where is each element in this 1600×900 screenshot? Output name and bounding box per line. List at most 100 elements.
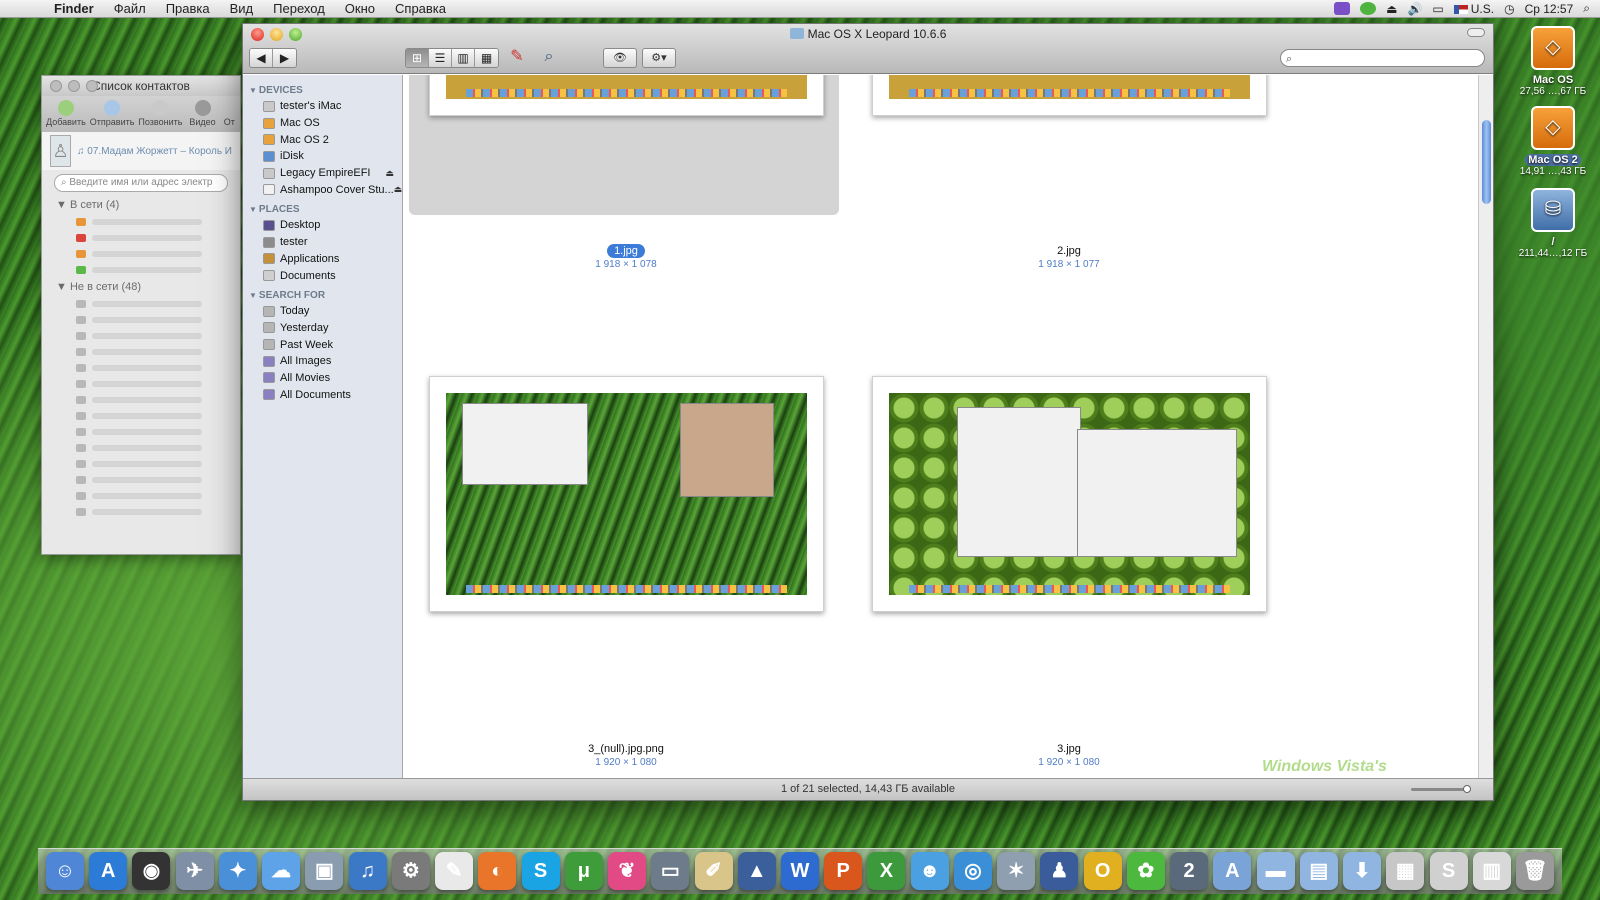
messenger-icon[interactable]: ☻	[910, 852, 949, 890]
input-source-menu[interactable]: U.S.	[1453, 2, 1494, 16]
sidebar-section-header[interactable]: ▼ DEVICES	[243, 83, 402, 98]
trash-icon[interactable]: 🗑	[1515, 852, 1554, 890]
contacts-close-button[interactable]	[50, 80, 62, 92]
sidebar-item[interactable]: All Documents	[243, 386, 402, 403]
powerpoint-icon[interactable]: P	[824, 852, 863, 890]
sidebar-item[interactable]: All Images	[243, 353, 402, 370]
desktop-icon-disk[interactable]: ◇ Mac OS 2 14,91 …,43 ГБ	[1513, 106, 1593, 177]
icon-size-slider[interactable]	[1411, 785, 1471, 793]
sidebar-item[interactable]: Ashampoo Cover Stu... ⏏	[243, 181, 402, 198]
send-button[interactable]: Отправить	[90, 98, 134, 130]
documents-stack-icon[interactable]: ▤	[1299, 852, 1338, 890]
preview-icon[interactable]: ▭	[651, 852, 690, 890]
sidebar-item[interactable]: iDisk	[243, 148, 402, 165]
add-contact-button[interactable]: Добавить	[46, 98, 86, 130]
file-thumbnail-1[interactable]	[429, 75, 824, 116]
call-button[interactable]: Позвонить	[138, 98, 182, 130]
file-thumbnail-2[interactable]	[872, 75, 1267, 116]
list-item[interactable]	[76, 392, 240, 408]
sidebar-item[interactable]: Desktop	[243, 217, 402, 234]
back-button[interactable]: ◀	[250, 49, 273, 67]
menu-view[interactable]: Вид	[220, 0, 264, 18]
sidebar-item[interactable]: Mac OS	[243, 115, 402, 132]
stack-screenshot-icon[interactable]: ▦	[1386, 852, 1425, 890]
scrollbar-thumb[interactable]	[1482, 120, 1491, 204]
list-item[interactable]	[76, 262, 240, 278]
slider-thumb[interactable]	[1463, 785, 1471, 793]
menu-help[interactable]: Справка	[385, 0, 456, 18]
eject-menu-icon[interactable]: ⏏	[1386, 2, 1397, 16]
eject-icon[interactable]: ⏏	[394, 184, 402, 195]
finder-toolbar[interactable]: Mac OS X Leopard 10.6.6 ◀ ▶ ⊞ ☰ ▥ ▦ ✎ ⌕ …	[243, 24, 1493, 74]
agent-icon[interactable]: ♟	[1040, 852, 1079, 890]
list-item[interactable]	[76, 312, 240, 328]
sidebar-section-header[interactable]: ▼ PLACES	[243, 202, 402, 217]
menu-finder[interactable]: Finder	[44, 0, 104, 18]
list-item[interactable]	[76, 246, 240, 262]
more-button[interactable]: От	[223, 98, 236, 130]
finder-search-input[interactable]: ⌕	[1280, 49, 1485, 67]
sidebar-item[interactable]: Legacy EmpireEFI ⏏	[243, 165, 402, 182]
utorrent-icon[interactable]: μ	[564, 852, 603, 890]
sidebar-item[interactable]: All Movies	[243, 370, 402, 387]
toolbar-toggle-button[interactable]	[1467, 28, 1485, 37]
action-menu-button[interactable]: ⚙▾	[642, 48, 676, 68]
list-item[interactable]	[76, 472, 240, 488]
my-status[interactable]: ♙ ♫ 07.Мадам Жоржетт – Король И	[42, 132, 240, 170]
system-preferences-icon[interactable]: ⚙	[391, 852, 430, 890]
desktop-icon-disk[interactable]: ◇ Mac OS 27,56 …,67 ГБ	[1513, 26, 1593, 97]
menu-clock[interactable]: Ср 12:57	[1525, 2, 1574, 16]
list-item[interactable]	[76, 456, 240, 472]
contacts-zoom-button[interactable]	[86, 80, 98, 92]
opera-icon[interactable]: O	[1083, 852, 1122, 890]
group-offline[interactable]: ▼ Не в сети (48)	[42, 278, 240, 296]
sidebar-item[interactable]: tester	[243, 234, 402, 251]
network-utility-icon[interactable]: ✶	[997, 852, 1036, 890]
mail-icon[interactable]: ✈	[175, 852, 214, 890]
list-item[interactable]	[76, 440, 240, 456]
group-online[interactable]: ▼ В сети (4)	[42, 196, 240, 214]
menu-extra-app-icon[interactable]	[1334, 2, 1351, 15]
list-item[interactable]	[76, 408, 240, 424]
keynote-icon[interactable]: ▲	[737, 852, 776, 890]
safari-icon[interactable]: ✦	[218, 852, 257, 890]
column-view-button[interactable]: ▥	[452, 49, 475, 67]
menu-file[interactable]: Файл	[104, 0, 156, 18]
sidebar-item[interactable]: Applications	[243, 251, 402, 268]
file-thumbnail-4[interactable]	[872, 376, 1267, 612]
file-label-3[interactable]: 3_(null).jpg.png 1 920 × 1 080	[526, 742, 726, 768]
applications-stack-icon[interactable]: A	[1213, 852, 1252, 890]
list-item[interactable]	[76, 424, 240, 440]
eject-icon[interactable]: ⏏	[385, 168, 394, 179]
excel-icon[interactable]: X	[867, 852, 906, 890]
list-item[interactable]	[76, 376, 240, 392]
skype-icon[interactable]: S	[521, 852, 560, 890]
list-item[interactable]	[76, 214, 240, 230]
list-item[interactable]	[76, 360, 240, 376]
file-icon-view[interactable]: 1.jpg 1 918 × 1 078 2.jpg 1 918 × 1 077 …	[404, 75, 1480, 778]
finder-icon[interactable]: ☺	[46, 852, 84, 890]
tv-app-icon[interactable]: 2	[1170, 852, 1209, 890]
list-item[interactable]	[76, 230, 240, 246]
folder-stack-icon[interactable]: ▬	[1256, 852, 1295, 890]
list-item[interactable]	[76, 488, 240, 504]
contacts-search-input[interactable]: ⌕ Введите имя или адрес электр	[54, 174, 228, 192]
firefox-icon[interactable]: ◐	[478, 852, 517, 890]
stack-skype-icon[interactable]: S	[1429, 852, 1468, 890]
iphoto-icon[interactable]: ▣	[305, 852, 344, 890]
list-item[interactable]	[76, 504, 240, 520]
app-store-icon[interactable]: A	[89, 852, 128, 890]
avatar[interactable]: ♙	[50, 135, 72, 167]
sidebar-item[interactable]: Yesterday	[243, 320, 402, 337]
menu-window[interactable]: Окно	[335, 0, 385, 18]
download-globe-icon[interactable]: ◎	[953, 852, 992, 890]
volume-icon[interactable]: 🔊	[1407, 2, 1422, 16]
time-machine-icon[interactable]: ◷	[1504, 2, 1514, 16]
coverflow-view-button[interactable]: ▦	[475, 49, 498, 67]
menu-go[interactable]: Переход	[263, 0, 335, 18]
pink-app-icon[interactable]: ❦	[608, 852, 647, 890]
sidebar-item[interactable]: Today	[243, 303, 402, 320]
desktop-icon-disk[interactable]: ⛁ /211,44…,12 ГБ	[1513, 188, 1593, 259]
file-thumbnail-3[interactable]	[429, 376, 824, 612]
spotlight-icon[interactable]: ⌕	[1583, 1, 1590, 16]
